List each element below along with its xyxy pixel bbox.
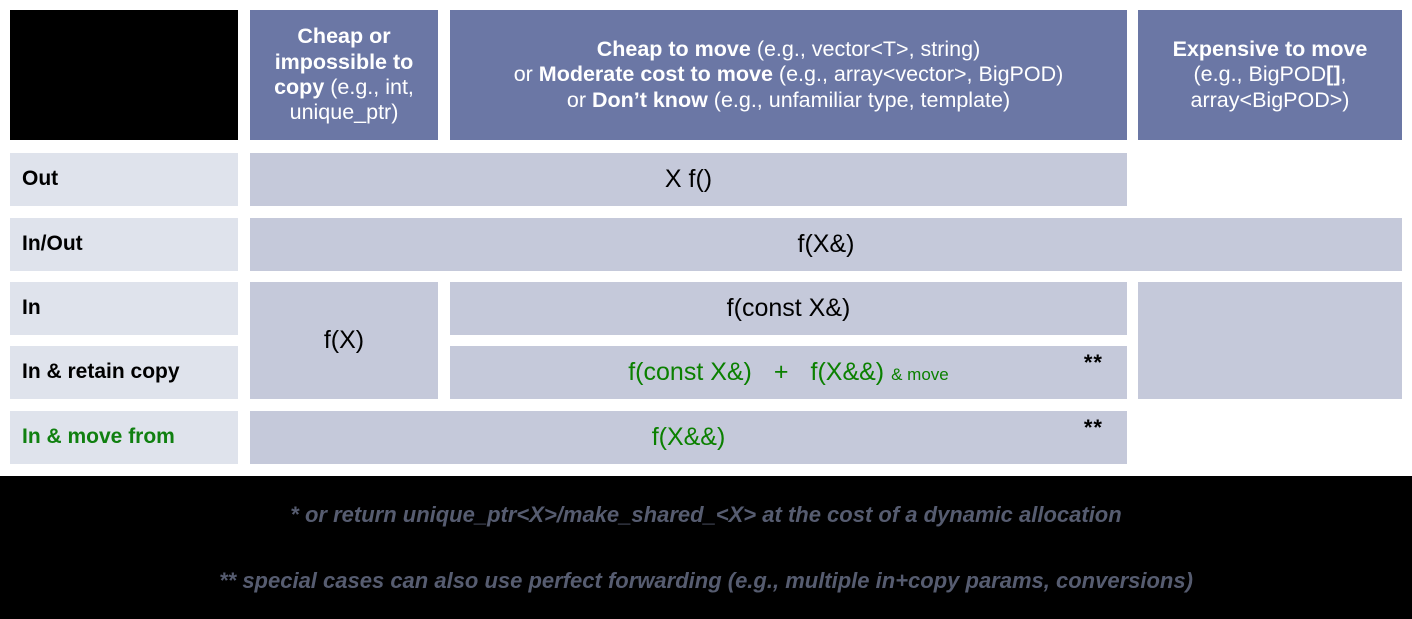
footnote-marker-retain-copy: ** [1083, 350, 1103, 375]
footnote-single-star: * or return unique_ptr<X>/make_shared_<X… [290, 502, 1122, 527]
header-col2-line1-rest: (e.g., vector<T>, string) [750, 36, 981, 61]
header-col1-line3-rest: (e.g., int, [324, 75, 414, 99]
cell-retain-copy-const-ref: f(const X&) [628, 357, 752, 386]
header-col2-line3-bold: Don’t know [591, 87, 708, 112]
header-col1-line3-bold: copy [274, 75, 325, 99]
header-col2-line2-rest: (e.g., array<vector>, BigPOD) [772, 62, 1064, 87]
header-col1-line4: unique_ptr) [289, 100, 399, 125]
cell-move-from-f-rvalue: f(X&&) ** [250, 411, 1127, 464]
cell-in-f-const-xref: f(const X&) [450, 282, 1127, 335]
cell-move-from-f-rvalue-text: f(X&&) [651, 422, 726, 451]
header-col3-line2-tail: , [1340, 62, 1347, 87]
row-label-out-text: Out [22, 167, 59, 191]
row-label-in: In [10, 282, 238, 335]
cell-out-x-f-text: X f() [664, 164, 713, 193]
cell-inout-f-xref: f(X&) [250, 218, 1402, 271]
footer-band: * or return unique_ptr<X>/make_shared_<X… [0, 476, 1412, 619]
header-col3-line2-bold: [] [1326, 62, 1341, 87]
cell-retain-copy-combo: f(const X&) + f(X&&) & move ** [450, 346, 1127, 399]
header-col2-line2-pre: or [513, 62, 539, 87]
row-label-in-move-from-text: In & move from [22, 425, 175, 449]
cell-out-x-f: X f() [250, 153, 1127, 206]
row-label-in-text: In [22, 296, 41, 320]
header-col2-line1-bold: Cheap to move [596, 36, 751, 61]
header-col2-line2-bold: Moderate cost to move [538, 62, 773, 87]
header-col3-line3: array<BigPOD>) [1190, 87, 1350, 112]
header-col1-line1: Cheap or [297, 24, 391, 49]
header-col2-line3-rest: (e.g., unfamiliar type, template) [707, 87, 1011, 112]
header-col3-line2-rest: (e.g., BigPOD [1193, 62, 1327, 87]
cell-inout-f-xref-text: f(X&) [797, 229, 855, 258]
row-label-in-out: In/Out [10, 218, 238, 271]
row-label-in-move-from: In & move from [10, 411, 238, 464]
cell-retain-copy-and-move: & move [891, 364, 949, 384]
row-label-in-retain-copy-text: In & retain copy [22, 360, 180, 384]
header-col-cheap-or-impossible-to-copy: Cheap or impossible to copy (e.g., int, … [250, 10, 438, 140]
row-label-out: Out [10, 153, 238, 206]
row-label-in-retain-copy: In & retain copy [10, 346, 238, 399]
footnote-double-star: ** special cases can also use perfect fo… [219, 568, 1193, 593]
cell-in-f-x-text: f(X) [323, 325, 365, 354]
footnote-marker-move-from: ** [1083, 415, 1103, 440]
header-col-expensive-to-move: Expensive to move (e.g., BigPOD[], array… [1138, 10, 1402, 140]
header-col1-line2: impossible to [274, 49, 414, 74]
cell-in-f-const-xref-text: f(const X&) [726, 293, 851, 322]
cell-retain-copy-rvalue-ref: f(X&&) [810, 357, 885, 386]
header-corner-blank [10, 10, 238, 140]
row-label-in-out-text: In/Out [22, 232, 83, 256]
header-col-cheap-to-move: Cheap to move (e.g., vector<T>, string) … [450, 10, 1127, 140]
cell-retain-copy-plus: + [773, 357, 789, 386]
cell-expensive-in-block [1138, 282, 1402, 399]
cell-in-f-x: f(X) [250, 282, 438, 399]
header-col2-line3-pre: or [566, 87, 592, 112]
header-col3-line1: Expensive to move [1172, 36, 1368, 61]
